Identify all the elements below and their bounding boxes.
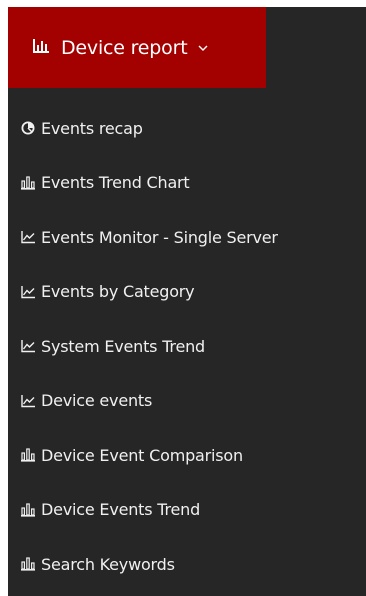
line-chart-icon — [21, 231, 35, 244]
line-chart-icon — [21, 394, 35, 407]
pie-chart-icon — [21, 121, 35, 135]
menu-item-events-by-category[interactable]: Events by Category — [8, 265, 366, 320]
menu-item-events-trend-chart[interactable]: Events Trend Chart — [8, 156, 366, 211]
device-report-dropdown-toggle[interactable]: Device report — [8, 7, 266, 88]
menu-item-events-monitor-single-server[interactable]: Events Monitor - Single Server — [8, 210, 366, 265]
bar-chart-icon — [33, 38, 49, 53]
menu-item-device-events-trend[interactable]: Device Events Trend — [8, 483, 366, 538]
bar-chart-icon — [21, 448, 35, 462]
bar-chart-icon — [21, 176, 35, 190]
menu-item-label: Search Keywords — [41, 554, 175, 574]
menu-item-device-event-comparison[interactable]: Device Event Comparison — [8, 428, 366, 483]
report-menu: Device report Events recap Events Trend … — [8, 7, 366, 596]
device-report-title: Device report — [61, 36, 188, 59]
menu-item-label: System Events Trend — [41, 336, 205, 356]
line-chart-icon — [21, 285, 35, 298]
chevron-down-icon — [198, 45, 208, 51]
menu-item-label: Events Monitor - Single Server — [41, 227, 278, 247]
menu-item-label: Device events — [41, 391, 153, 411]
menu-item-label: Device Events Trend — [41, 500, 201, 520]
menu-item-system-events-trend[interactable]: System Events Trend — [8, 319, 366, 374]
menu-item-search-keywords[interactable]: Search Keywords — [8, 537, 366, 592]
menu-item-label: Events Trend Chart — [41, 173, 190, 193]
menu-item-device-events[interactable]: Device events — [8, 374, 366, 429]
menu-item-label: Events by Category — [41, 282, 195, 302]
menu-item-label: Events recap — [41, 118, 143, 138]
line-chart-icon — [21, 340, 35, 353]
report-menu-items: Events recap Events Trend Chart Events M… — [8, 101, 366, 592]
bar-chart-icon — [21, 557, 35, 571]
bar-chart-icon — [21, 503, 35, 517]
menu-item-events-recap[interactable]: Events recap — [8, 101, 366, 156]
menu-item-label: Device Event Comparison — [41, 445, 243, 465]
